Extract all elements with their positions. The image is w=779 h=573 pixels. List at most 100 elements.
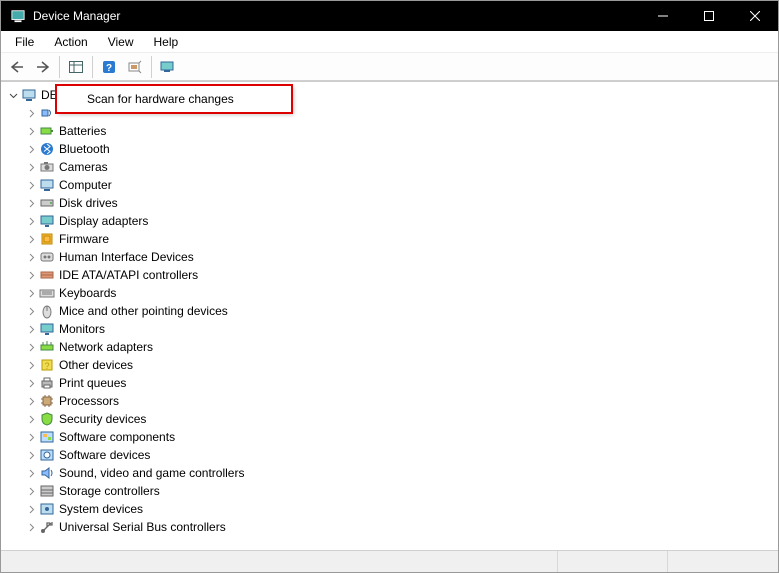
mouse-icon	[39, 303, 55, 319]
scan-hardware-button[interactable]	[123, 56, 147, 78]
chevron-right-icon[interactable]	[25, 503, 37, 515]
tree-item-label[interactable]: Cameras	[59, 158, 108, 176]
chevron-right-icon[interactable]	[25, 449, 37, 461]
tree-item-label[interactable]: Software devices	[59, 446, 150, 464]
chevron-right-icon[interactable]	[25, 251, 37, 263]
titlebar: Device Manager	[1, 1, 778, 31]
toolbar: ?	[1, 53, 778, 81]
chevron-right-icon[interactable]	[25, 107, 37, 119]
chevron-right-icon[interactable]	[25, 143, 37, 155]
chevron-right-icon[interactable]	[25, 233, 37, 245]
chevron-right-icon[interactable]	[25, 161, 37, 173]
status-cell	[1, 551, 558, 572]
close-button[interactable]	[732, 1, 778, 31]
tree-item[interactable]: IDE ATA/ATAPI controllers	[5, 266, 774, 284]
print-icon	[39, 375, 55, 391]
tree-item[interactable]: Software devices	[5, 446, 774, 464]
chevron-right-icon[interactable]	[25, 341, 37, 353]
tree-item[interactable]: Cameras	[5, 158, 774, 176]
tree-item[interactable]: Keyboards	[5, 284, 774, 302]
chevron-right-icon[interactable]	[25, 359, 37, 371]
hid-icon	[39, 249, 55, 265]
chevron-right-icon[interactable]	[25, 269, 37, 281]
forward-button[interactable]	[31, 56, 55, 78]
tree-item-label[interactable]: Other devices	[59, 356, 133, 374]
tree-item-label[interactable]: System devices	[59, 500, 143, 518]
chevron-right-icon[interactable]	[25, 521, 37, 533]
device-tree: DE BatteriesBluetoothCamerasComputerDisk…	[1, 82, 778, 540]
menu-file[interactable]: File	[5, 33, 44, 51]
tree-item-label[interactable]: Universal Serial Bus controllers	[59, 518, 226, 536]
tree-item[interactable]: Storage controllers	[5, 482, 774, 500]
context-scan-hardware[interactable]: Scan for hardware changes	[59, 88, 289, 110]
tree-pane: DE BatteriesBluetoothCamerasComputerDisk…	[1, 81, 778, 550]
chevron-right-icon[interactable]	[25, 467, 37, 479]
minimize-button[interactable]	[640, 1, 686, 31]
ide-icon	[39, 267, 55, 283]
chevron-right-icon[interactable]	[25, 215, 37, 227]
tree-item-label[interactable]: Mice and other pointing devices	[59, 302, 228, 320]
bluetooth-icon	[39, 141, 55, 157]
tree-item-label[interactable]: Network adapters	[59, 338, 153, 356]
battery-icon	[39, 123, 55, 139]
tree-item-label[interactable]: Monitors	[59, 320, 105, 338]
maximize-button[interactable]	[686, 1, 732, 31]
show-hide-tree-button[interactable]	[64, 56, 88, 78]
tree-item-label[interactable]: Human Interface Devices	[59, 248, 194, 266]
tree-item[interactable]: Human Interface Devices	[5, 248, 774, 266]
menu-action[interactable]: Action	[44, 33, 97, 51]
tree-item[interactable]: Firmware	[5, 230, 774, 248]
tree-item[interactable]: Sound, video and game controllers	[5, 464, 774, 482]
chevron-right-icon[interactable]	[25, 395, 37, 407]
tree-item-label[interactable]: Bluetooth	[59, 140, 110, 158]
tree-item[interactable]: Disk drives	[5, 194, 774, 212]
tree-item[interactable]: Processors	[5, 392, 774, 410]
camera-icon	[39, 159, 55, 175]
tree-item[interactable]: Bluetooth	[5, 140, 774, 158]
tree-item[interactable]: Network adapters	[5, 338, 774, 356]
tree-item[interactable]: Computer	[5, 176, 774, 194]
chevron-right-icon[interactable]	[25, 287, 37, 299]
help-button[interactable]: ?	[97, 56, 121, 78]
tree-item-label[interactable]: Batteries	[59, 122, 106, 140]
tree-item-label[interactable]: Print queues	[59, 374, 126, 392]
tree-item-label[interactable]: IDE ATA/ATAPI controllers	[59, 266, 198, 284]
chevron-right-icon[interactable]	[25, 485, 37, 497]
tree-item-label[interactable]: Processors	[59, 392, 119, 410]
chevron-right-icon[interactable]	[25, 197, 37, 209]
tree-item[interactable]: Print queues	[5, 374, 774, 392]
tree-item-label[interactable]: Keyboards	[59, 284, 116, 302]
chevron-right-icon[interactable]	[25, 305, 37, 317]
tree-item[interactable]: Software components	[5, 428, 774, 446]
menu-help[interactable]: Help	[144, 33, 189, 51]
chevron-right-icon[interactable]	[25, 413, 37, 425]
tree-item[interactable]: ?Other devices	[5, 356, 774, 374]
tree-item[interactable]: Monitors	[5, 320, 774, 338]
devices-button[interactable]	[156, 56, 180, 78]
swcomp-icon	[39, 429, 55, 445]
context-menu: Scan for hardware changes	[56, 85, 292, 113]
chevron-right-icon[interactable]	[25, 431, 37, 443]
svg-text:?: ?	[106, 63, 112, 74]
chevron-right-icon[interactable]	[25, 377, 37, 389]
tree-item-label[interactable]: Disk drives	[59, 194, 118, 212]
tree-item[interactable]: System devices	[5, 500, 774, 518]
tree-item[interactable]: Universal Serial Bus controllers	[5, 518, 774, 536]
tree-item[interactable]: Display adapters	[5, 212, 774, 230]
chevron-right-icon[interactable]	[25, 125, 37, 137]
tree-item-label[interactable]: Computer	[59, 176, 112, 194]
tree-item-label[interactable]: Storage controllers	[59, 482, 160, 500]
chevron-right-icon[interactable]	[25, 179, 37, 191]
tree-item[interactable]: Batteries	[5, 122, 774, 140]
tree-item-label[interactable]: Firmware	[59, 230, 109, 248]
tree-item-label[interactable]: Security devices	[59, 410, 146, 428]
menu-view[interactable]: View	[98, 33, 144, 51]
tree-item[interactable]: Mice and other pointing devices	[5, 302, 774, 320]
chevron-right-icon[interactable]	[25, 323, 37, 335]
back-button[interactable]	[5, 56, 29, 78]
tree-item[interactable]: Security devices	[5, 410, 774, 428]
tree-item-label[interactable]: Sound, video and game controllers	[59, 464, 244, 482]
chevron-down-icon[interactable]	[7, 89, 19, 101]
tree-item-label[interactable]: Display adapters	[59, 212, 148, 230]
tree-item-label[interactable]: Software components	[59, 428, 175, 446]
